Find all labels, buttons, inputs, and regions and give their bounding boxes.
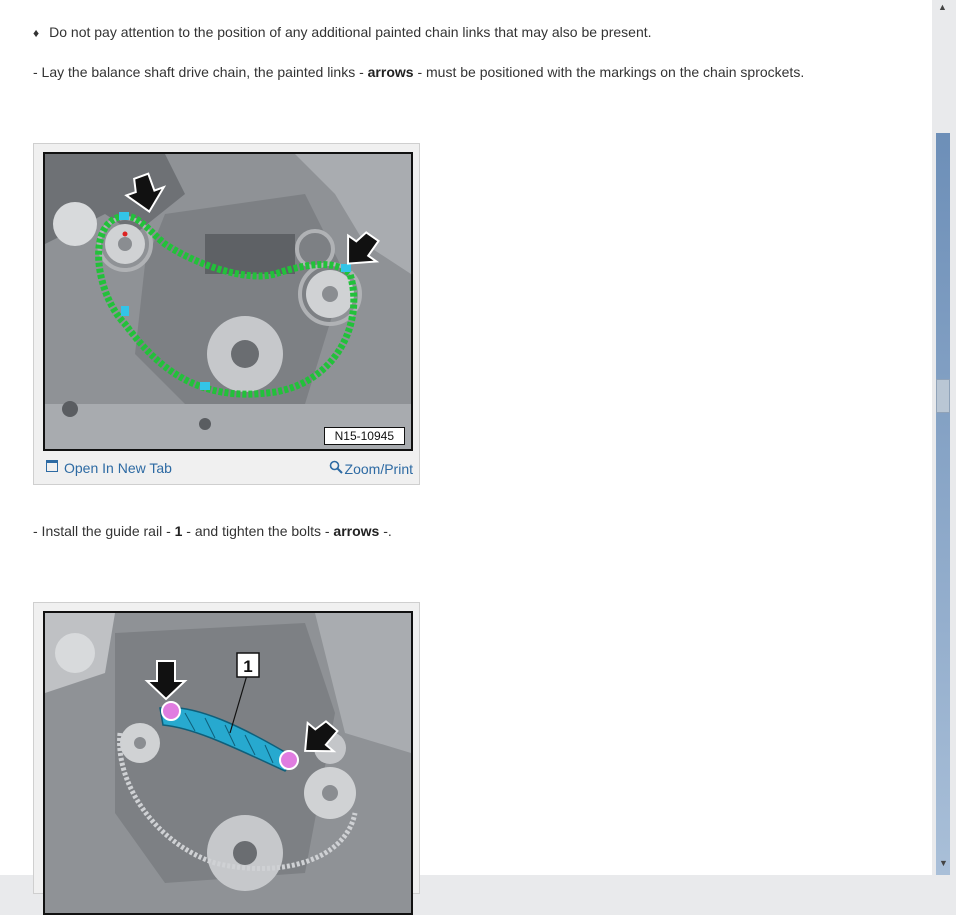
open-in-new-tab-link[interactable]: Open In New Tab [46,460,172,476]
scrollbar-thumb[interactable] [936,379,950,413]
note-text: Do not pay attention to the position of … [49,24,652,40]
step1-text: - Lay the balance shaft drive chain, the… [33,64,368,80]
document-page: ♦ Do not pay attention to the position of… [0,0,933,915]
scrollbar-track[interactable] [936,133,950,875]
open-link-label: Open In New Tab [64,460,172,476]
magnifier-icon [329,460,343,477]
chain-diagram-image[interactable]: N15-10945 [43,152,413,451]
step2-bold-2: arrows [333,523,380,539]
diamond-bullet-icon: ♦ [33,26,40,40]
open-new-tab-icon [46,460,58,472]
guide-rail-image[interactable]: 1 [43,611,413,915]
step-lay-chain: - Lay the balance shaft drive chain, the… [33,64,804,80]
figure-id-label: N15-10945 [323,427,405,445]
note-bullet: ♦ Do not pay attention to the position of… [33,24,652,40]
scroll-down-arrow-icon[interactable]: ▼ [939,858,948,868]
step-install-guide-rail: - Install the guide rail - 1 - and tight… [33,523,392,539]
step2-text-end: -. [379,523,392,539]
zoom-print-link[interactable]: Zoom/Print [329,460,413,477]
figure-chain: N15-10945 Open In New Tab Zoom/Print [33,143,420,485]
step2-text-mid: - and tighten the bolts - [182,523,334,539]
zoom-link-label: Zoom/Print [344,461,413,477]
vertical-scrollbar[interactable]: ▲ ▼ [932,0,956,875]
step2-text: - Install the guide rail - [33,523,175,539]
step1-text-end: - must be positioned with the markings o… [413,64,805,80]
scroll-up-arrow-icon[interactable]: ▲ [938,2,947,12]
figure-actions: Open In New Tab Zoom/Print [43,458,413,480]
figure-guide-rail: 1 [33,602,420,915]
guide-rail-callout: 1 [243,657,252,676]
step1-bold: arrows [367,64,414,80]
